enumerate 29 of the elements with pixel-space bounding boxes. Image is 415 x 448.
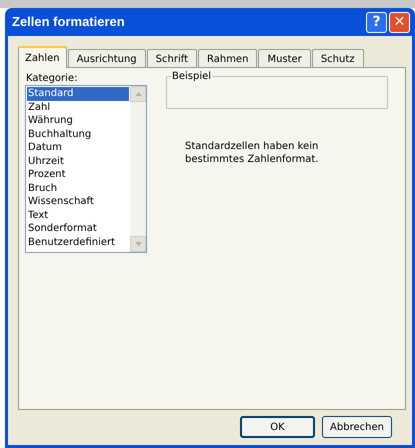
list-item[interactable]: Zahl (27, 100, 129, 114)
tab[interactable]: Rahmen (198, 49, 258, 68)
category-label: Kategorie: (26, 72, 78, 86)
list-item[interactable]: Uhrzeit (27, 154, 129, 168)
list-item[interactable]: Sonderformat (27, 222, 129, 236)
list-item[interactable]: Prozent (27, 168, 129, 182)
tab[interactable]: Schrift (146, 49, 197, 68)
tab[interactable]: Muster (258, 49, 311, 68)
tab[interactable]: Schutz (312, 49, 364, 68)
list-item[interactable]: Buchhaltung (27, 128, 129, 141)
scroll-up-icon[interactable] (130, 86, 146, 102)
scrollbar[interactable] (130, 86, 146, 252)
list-item[interactable]: Benutzerdefiniert (27, 236, 129, 249)
scroll-down-icon[interactable] (130, 236, 146, 252)
list-item[interactable]: Bruch (27, 182, 129, 195)
list-item[interactable]: Währung (27, 114, 129, 128)
list-item[interactable]: Standard (27, 87, 129, 100)
window-title: Zellen formatieren (12, 13, 125, 32)
list-item[interactable]: Datum (27, 141, 129, 154)
cancel-button[interactable]: Abbrechen (322, 416, 392, 438)
ok-button[interactable]: OK (240, 416, 315, 438)
close-button[interactable]: ✕ (389, 12, 410, 32)
list-item[interactable]: Wissenschaft (27, 195, 129, 208)
sample-label: Beispiel (171, 69, 212, 84)
description-text: Standardzellen haben kein bestimmtes Zahlenformat. (185, 140, 320, 166)
list-item[interactable]: Text (27, 208, 129, 222)
tab[interactable]: Zahlen (18, 46, 67, 68)
help-button[interactable]: ? (366, 12, 387, 32)
tab[interactable]: Ausrichtung (68, 49, 146, 68)
